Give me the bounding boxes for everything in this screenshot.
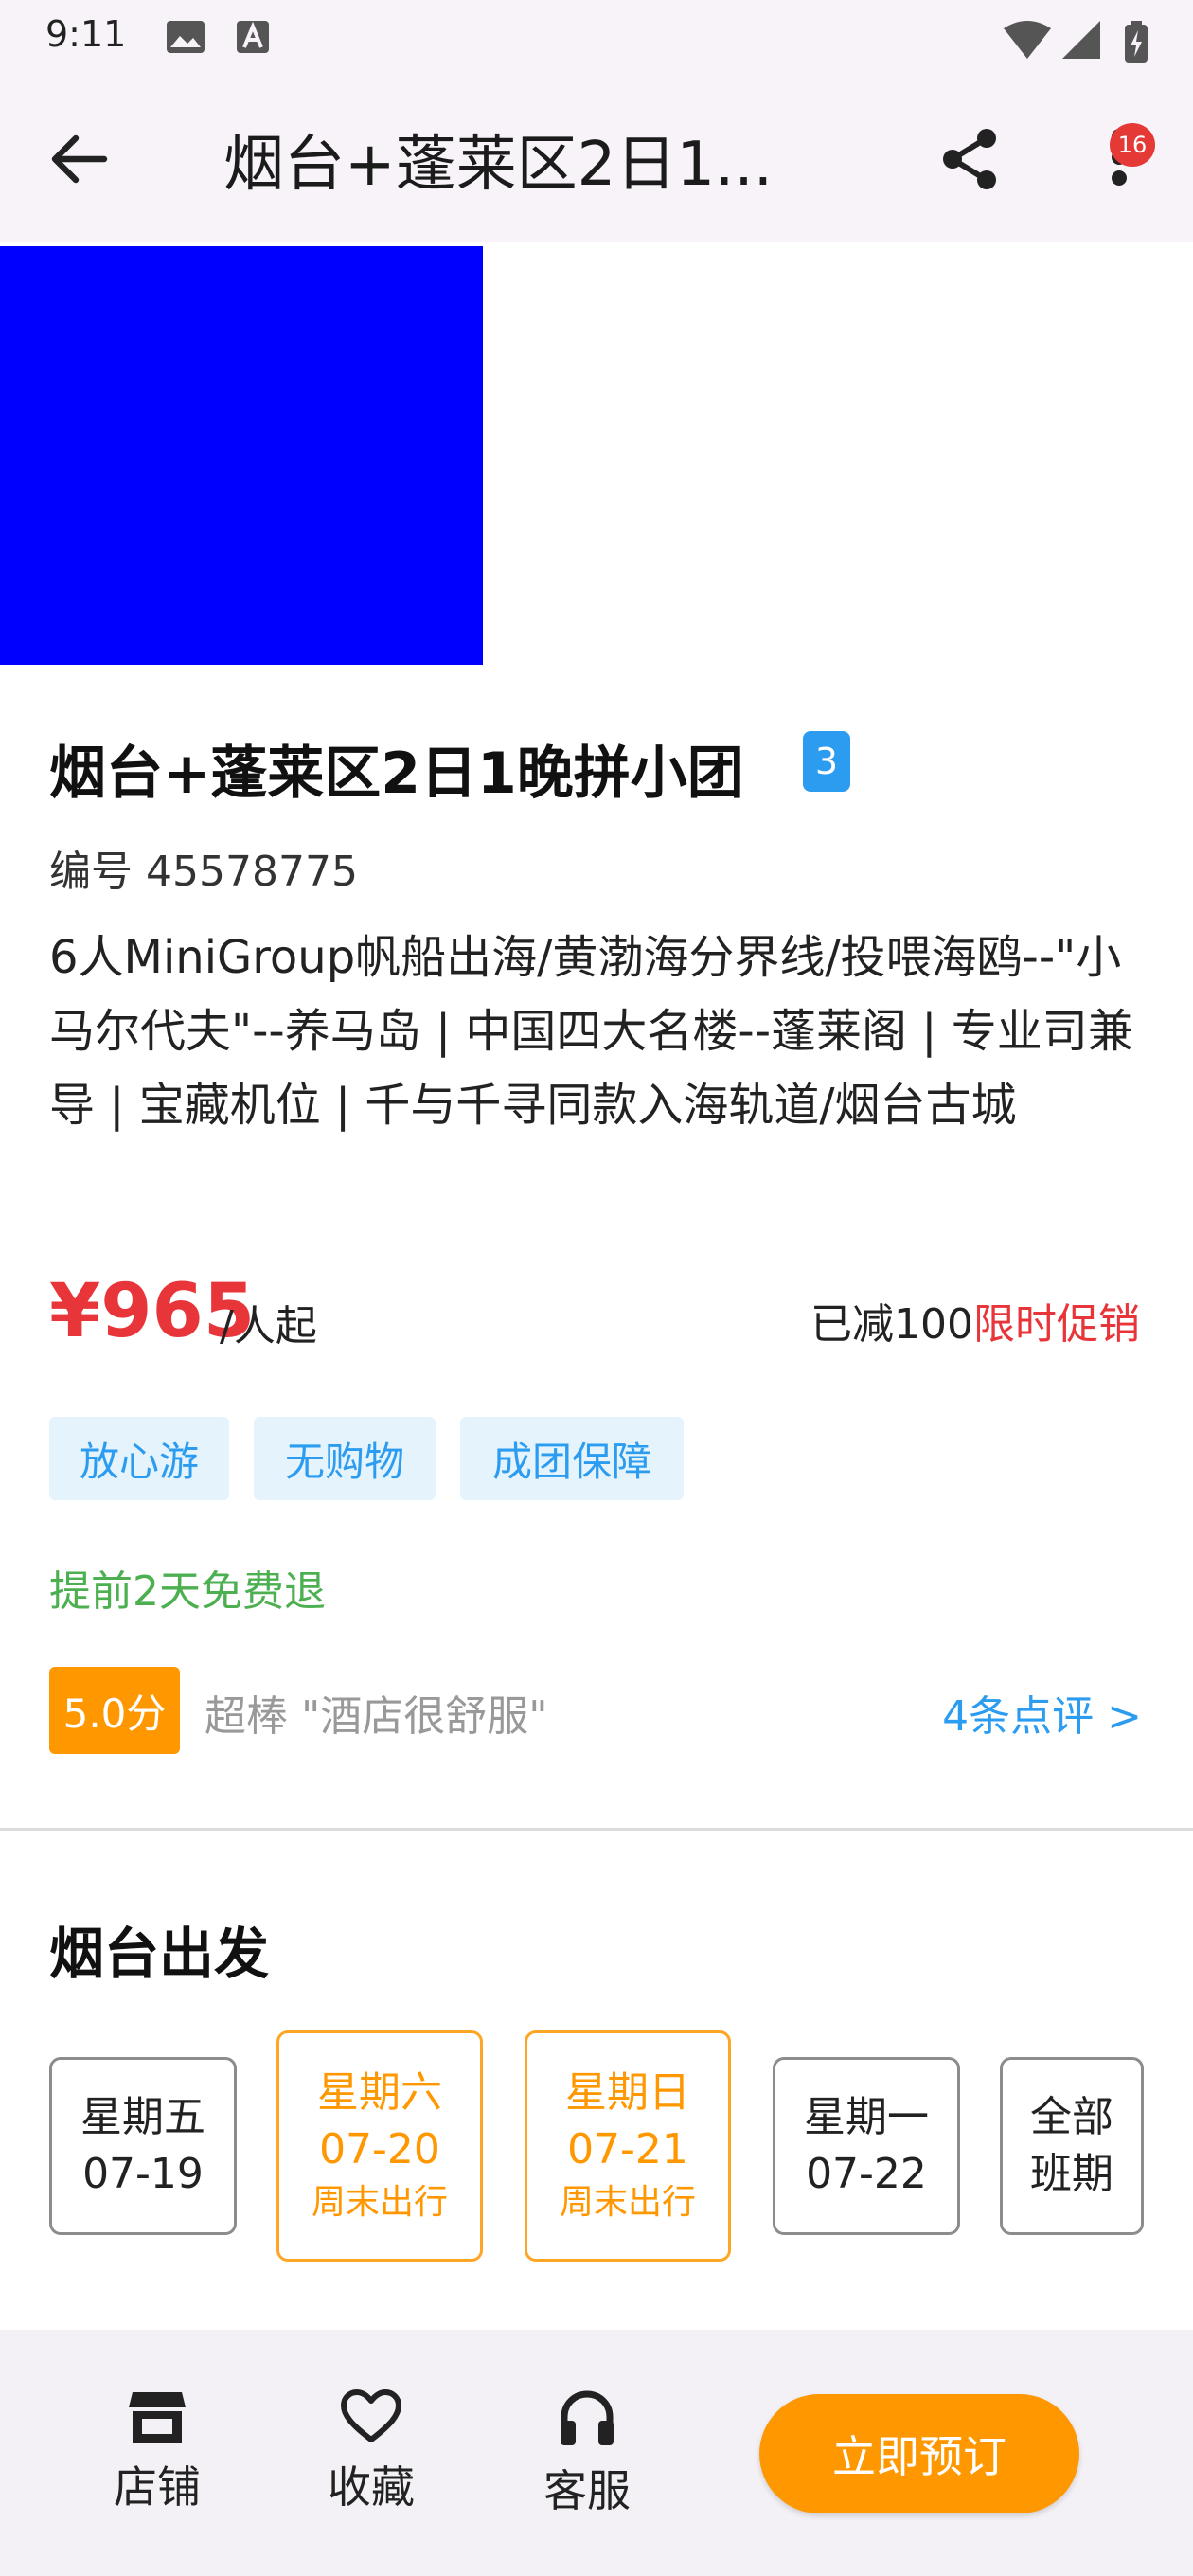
share-button[interactable] xyxy=(939,127,1000,191)
discount-amount: 已减100 xyxy=(810,1300,973,1349)
date-chip-0721[interactable]: 星期日 07-21 周末出行 xyxy=(525,2030,731,2262)
chip-day: 星期一 xyxy=(804,2093,929,2141)
rating-score: 5.0分 xyxy=(49,1667,180,1754)
date-chip-0720[interactable]: 星期六 07-20 周末出行 xyxy=(276,2030,483,2262)
chip-note: 周末出行 xyxy=(311,2183,448,2222)
shop-label: 店铺 xyxy=(114,2461,201,2513)
chip-date: 07-22 xyxy=(806,2150,927,2198)
chip-day: 星期日 xyxy=(565,2068,690,2117)
product-description: 6人MiniGroup帆船出海/黄渤海分界线/投喂海鸥--"小马尔代夫"--养马… xyxy=(49,931,1133,1132)
chip-day: 星期六 xyxy=(317,2068,442,2117)
heart-icon xyxy=(341,2389,401,2442)
date-chip-0722[interactable]: 星期一 07-22 xyxy=(773,2057,960,2235)
product-title: 烟台+蓬莱区2日1晚拼小团 xyxy=(49,741,744,807)
tag-group-guarantee: 成团保障 xyxy=(460,1417,684,1500)
favorite-label: 收藏 xyxy=(328,2461,415,2513)
section-divider xyxy=(0,1828,1193,1831)
title-badge: 3 xyxy=(803,731,850,792)
chip-line-1: 全部 xyxy=(1030,2093,1113,2141)
wifi-icon xyxy=(1004,21,1051,59)
refund-policy[interactable]: 提前2天免费退 xyxy=(49,1557,326,1618)
headset-icon xyxy=(561,2390,614,2445)
arrow-left-icon xyxy=(51,134,108,184)
tag-worry-free: 放心游 xyxy=(49,1417,229,1500)
page-title: 烟台+蓬莱区2日1... xyxy=(223,130,774,200)
customer-service-button[interactable]: 客服 xyxy=(511,2388,663,2519)
product-image[interactable] xyxy=(0,246,483,665)
chip-line-2: 班期 xyxy=(1030,2150,1113,2198)
date-chip-0719[interactable]: 星期五 07-19 xyxy=(49,2057,237,2235)
photo-notification-icon xyxy=(167,21,205,53)
discount-info: 已减100限时促销 xyxy=(810,1290,1140,1351)
product-id: 编号 45578775 xyxy=(49,848,358,896)
back-button[interactable] xyxy=(51,131,123,188)
promo-label: 限时促销 xyxy=(973,1300,1140,1349)
text-a-notification-icon xyxy=(237,21,269,53)
departure-title: 烟台出发 xyxy=(49,1922,270,1986)
service-label: 客服 xyxy=(543,2465,631,2516)
tag-no-shopping: 无购物 xyxy=(254,1417,436,1500)
store-icon xyxy=(129,2392,186,2443)
chip-note: 周末出行 xyxy=(559,2183,696,2222)
chip-day: 星期五 xyxy=(80,2093,205,2141)
rating-summary: 超棒 "酒店很舒服" xyxy=(205,1692,548,1741)
all-dates-chip[interactable]: 全部 班期 xyxy=(1000,2057,1144,2235)
chip-date: 07-20 xyxy=(319,2125,440,2174)
reviews-link[interactable]: 4条点评 > xyxy=(942,1682,1142,1743)
signal-icon xyxy=(1062,21,1100,59)
favorite-button[interactable]: 收藏 xyxy=(295,2388,447,2515)
notification-badge: 16 xyxy=(1110,123,1155,167)
share-icon xyxy=(943,129,996,189)
book-now-button[interactable]: 立即预订 xyxy=(759,2394,1079,2513)
price-unit: /人起 xyxy=(220,1302,317,1351)
chip-date: 07-21 xyxy=(567,2125,688,2174)
battery-icon xyxy=(1125,21,1148,63)
status-time: 9:11 xyxy=(45,13,127,55)
shop-button[interactable]: 店铺 xyxy=(81,2388,233,2515)
chip-date: 07-19 xyxy=(82,2150,204,2198)
